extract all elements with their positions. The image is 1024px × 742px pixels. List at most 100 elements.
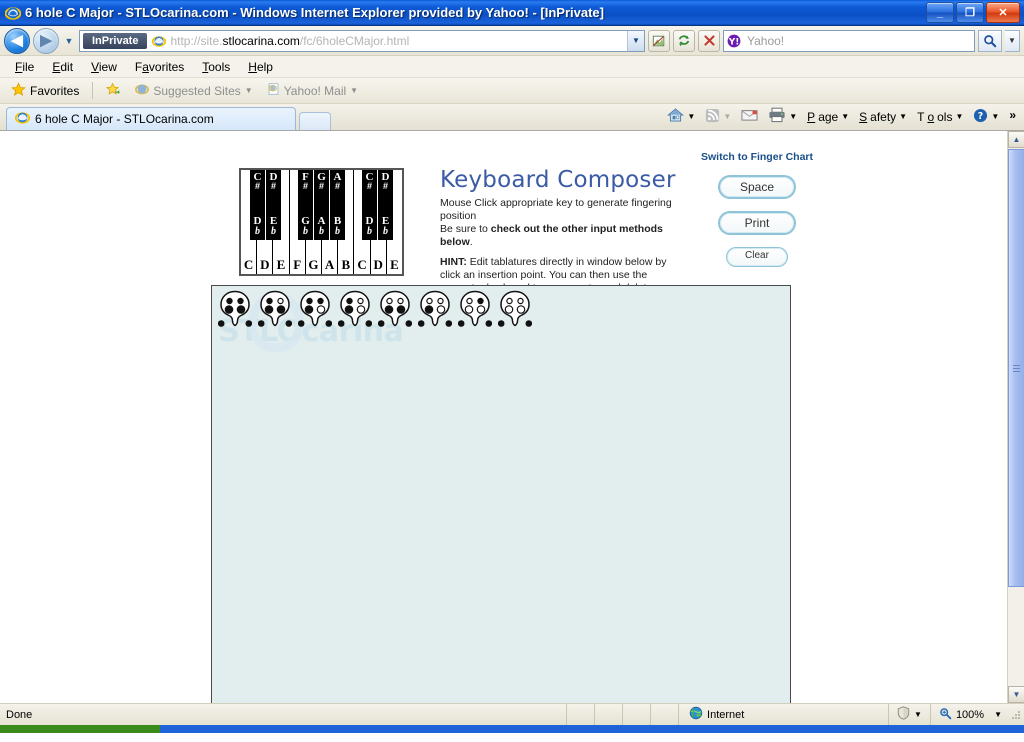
fingering-note-g[interactable] xyxy=(377,290,413,330)
add-to-favorites-bar-button[interactable] xyxy=(101,80,126,102)
hole-bottom-right-open xyxy=(436,305,446,314)
status-cell-2 xyxy=(594,704,622,725)
hole-side-left-filled xyxy=(337,320,345,327)
new-tab-button[interactable] xyxy=(299,112,331,130)
page-menu-label: age xyxy=(818,109,839,124)
tools-menu-button[interactable]: To ols ▼ xyxy=(913,108,967,126)
hole-bottom-left-open xyxy=(504,305,514,314)
forward-button[interactable]: ▶ xyxy=(33,27,59,54)
address-url-text: http://site.stlocarina.com/fc/6holeCMajo… xyxy=(170,33,410,48)
tablature-editor[interactable]: STLOcarina xyxy=(211,285,791,703)
security-zone[interactable]: Internet xyxy=(678,704,888,725)
zoom-level-label: 100% xyxy=(955,708,985,721)
refresh-button[interactable] xyxy=(673,29,695,52)
hole-side-right-filled xyxy=(525,320,533,327)
space-button[interactable]: Space xyxy=(718,175,796,199)
scrollbar-thumb[interactable] xyxy=(1008,149,1024,587)
suggested-sites-button[interactable]: Suggested Sites ▼ xyxy=(130,80,257,101)
restore-button[interactable]: ❐ xyxy=(956,2,984,23)
safety-menu-label: afety xyxy=(870,109,897,124)
hole-top-left-filled xyxy=(266,297,273,305)
switch-to-finger-chart-link[interactable]: Switch to Finger Chart xyxy=(697,151,817,163)
fingering-note-f[interactable] xyxy=(337,290,373,330)
black-key-g-sharp-a-flat-1[interactable]: G # Ab xyxy=(314,170,329,240)
hole-side-left-filled xyxy=(217,320,225,327)
hole-bottom-right-filled xyxy=(236,305,246,314)
protected-mode-indicator[interactable]: ▼ xyxy=(888,704,930,725)
black-key-c-sharp-d-flat-1[interactable]: C # Db xyxy=(250,170,265,240)
search-input[interactable]: Yahoo! xyxy=(744,34,974,48)
fingering-note-a[interactable] xyxy=(417,290,453,330)
safety-menu-button[interactable]: Safety ▼ xyxy=(855,108,911,126)
menu-tools[interactable]: Tools xyxy=(193,58,239,76)
command-bar-overflow-button[interactable]: » xyxy=(1005,106,1020,128)
back-button[interactable]: ◀ xyxy=(4,27,30,54)
hole-bottom-right-open xyxy=(316,305,326,314)
chevron-down-icon: ▼ xyxy=(914,710,922,719)
hole-bottom-left-filled xyxy=(264,305,274,314)
star-plus-icon xyxy=(106,82,121,100)
print-button[interactable]: ▼ xyxy=(764,105,801,128)
tab-6-hole-c-major[interactable]: 6 hole C Major - STLOcarina.com xyxy=(6,107,296,130)
hole-top-left-open xyxy=(386,297,393,305)
black-key-d-sharp-e-flat-1[interactable]: D # Eb xyxy=(266,170,281,240)
menu-file[interactable]: File xyxy=(6,58,43,76)
fingering-notes-row xyxy=(217,290,533,330)
menu-favorites[interactable]: Favorites xyxy=(126,58,193,76)
fingering-note-c[interactable] xyxy=(217,290,253,330)
yahoo-logo-icon: Y! xyxy=(726,33,744,49)
address-dropdown-button[interactable]: ▼ xyxy=(627,30,644,51)
hole-top-right-open xyxy=(397,297,404,305)
hole-top-right-open xyxy=(517,297,524,305)
browser-content-area: C D E F G A B C D E C # Db D # Eb F # G … xyxy=(0,130,1024,703)
feeds-button[interactable]: ▼ xyxy=(701,106,735,128)
black-key-a-sharp-b-flat-1[interactable]: A # Bb xyxy=(330,170,345,240)
menu-help[interactable]: Help xyxy=(239,58,282,76)
fingering-note-d[interactable] xyxy=(257,290,293,330)
vertical-scrollbar[interactable]: ▲ ▼ xyxy=(1007,131,1024,703)
scroll-up-button[interactable]: ▲ xyxy=(1008,131,1024,148)
hole-side-right-filled xyxy=(405,320,413,327)
chevron-down-icon: ▼ xyxy=(687,112,696,121)
hole-side-left-filled xyxy=(257,320,265,327)
yahoo-mail-button[interactable]: Yahoo! Mail ▼ xyxy=(262,80,363,101)
scroll-down-button[interactable]: ▼ xyxy=(1008,686,1024,703)
hole-top-right-open xyxy=(277,297,284,305)
black-key-f-sharp-g-flat-1[interactable]: F # Gb xyxy=(298,170,313,240)
hole-side-left-filled xyxy=(297,320,305,327)
search-provider-dropdown[interactable]: ▼ xyxy=(1005,29,1020,52)
status-text: Done xyxy=(6,708,33,721)
search-submit-button[interactable] xyxy=(978,29,1002,52)
read-mail-button[interactable] xyxy=(737,106,762,127)
clear-button[interactable]: Clear xyxy=(726,247,788,267)
compatibility-view-button[interactable] xyxy=(648,29,670,52)
fingering-note-c2[interactable] xyxy=(497,290,533,330)
address-bar[interactable]: InPrivate http://site.stlocarina.com/fc/… xyxy=(79,29,645,52)
black-key-d-sharp-e-flat-2[interactable]: D # Eb xyxy=(378,170,393,240)
print-button[interactable]: Print xyxy=(718,211,796,235)
fingering-note-e[interactable] xyxy=(297,290,333,330)
fingering-note-b[interactable] xyxy=(457,290,493,330)
black-key-c-sharp-d-flat-2[interactable]: C # Db xyxy=(362,170,377,240)
minimize-button[interactable]: _ xyxy=(926,2,954,23)
menu-view[interactable]: View xyxy=(82,58,126,76)
favorites-bar: Favorites Suggested Sites ▼ Yahoo! Mail … xyxy=(0,78,1024,104)
search-box[interactable]: Y! Yahoo! xyxy=(723,29,975,52)
recent-pages-dropdown[interactable]: ▼ xyxy=(62,36,76,46)
page-menu-button[interactable]: Page ▼ xyxy=(803,108,853,126)
zoom-control[interactable]: 100% ▼ xyxy=(929,704,1010,725)
tab-title: 6 hole C Major - STLOcarina.com xyxy=(35,112,214,126)
stop-button[interactable] xyxy=(698,29,720,52)
hole-side-right-filled xyxy=(485,320,493,327)
favorites-button[interactable]: Favorites xyxy=(6,80,84,102)
globe-icon xyxy=(689,706,703,723)
menu-edit[interactable]: Edit xyxy=(43,58,82,76)
scrollbar-grip-icon xyxy=(1013,364,1020,372)
resize-grip[interactable] xyxy=(1010,709,1022,721)
help-menu-button[interactable]: ? ▼ xyxy=(969,106,1003,128)
close-button[interactable]: ✕ xyxy=(986,2,1020,23)
piano-keyboard[interactable]: C D E F G A B C D E C # Db D # Eb F # G … xyxy=(239,168,404,276)
suggested-sites-label: Suggested Sites xyxy=(153,83,241,98)
status-cell-4 xyxy=(650,704,678,725)
home-button[interactable]: ▼ xyxy=(663,105,699,128)
